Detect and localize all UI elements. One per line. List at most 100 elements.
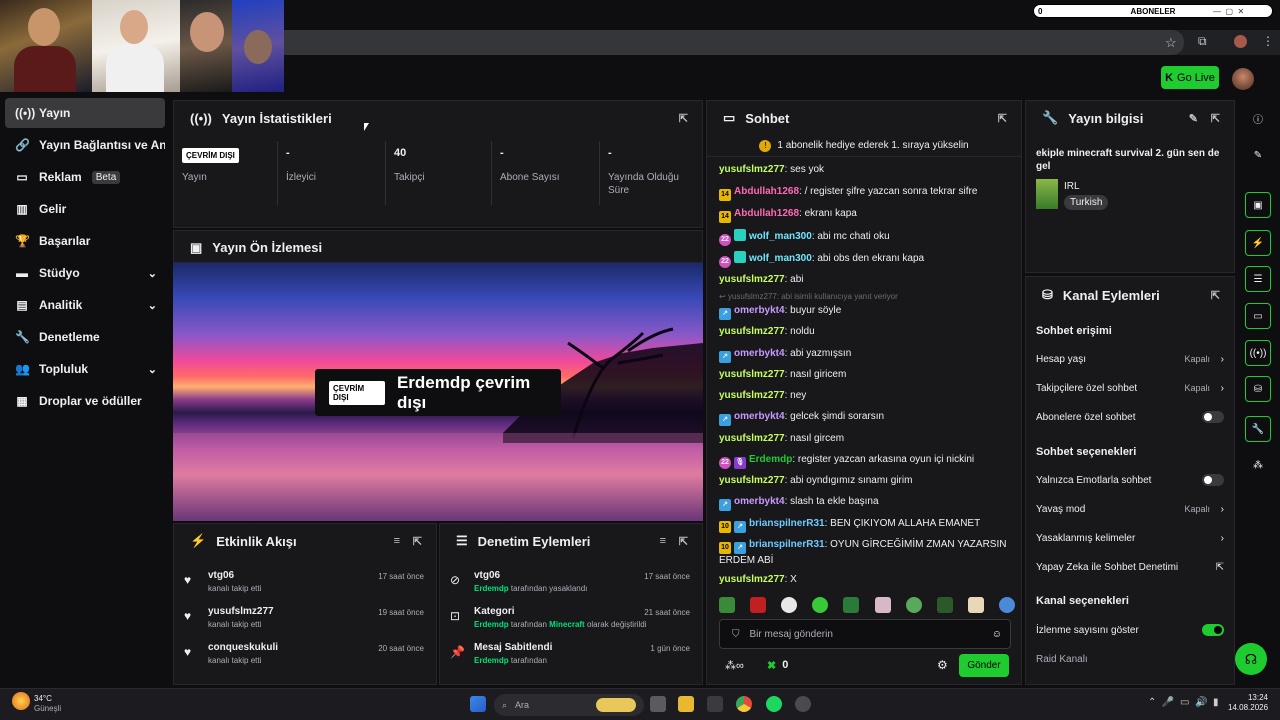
taskbar-clock[interactable]: 13:24 14.08.2026 [1228, 693, 1268, 713]
tray-icons[interactable]: ⌃ 🎤 ▭ 🔊 ▮ [1148, 697, 1218, 708]
windows-start-icon[interactable] [470, 696, 486, 712]
bookmark-star-icon[interactable]: ☆ [1165, 35, 1177, 51]
points-icon[interactable]: ⁂ [1245, 452, 1271, 478]
emote-icon[interactable] [750, 597, 767, 613]
slow-mode-row[interactable]: Yavaş mod Kapalı › [1036, 497, 1224, 521]
edit-icon[interactable]: ✎ [1245, 142, 1271, 168]
address-bar[interactable] [284, 30, 1184, 55]
chrome-icon[interactable] [736, 696, 752, 712]
chat-username[interactable]: omerbykt4 [734, 496, 785, 507]
taskbar-search[interactable]: ⌕ Ara [494, 694, 644, 716]
popout-icon[interactable]: ⇱ [1211, 289, 1220, 302]
file-explorer-icon[interactable] [678, 696, 694, 712]
emote-icon[interactable] [998, 597, 1015, 613]
sidebar-item-analitik[interactable]: ▤ Analitik ⌄ [5, 290, 165, 320]
popout-icon[interactable]: ⇱ [679, 112, 688, 125]
weather-widget[interactable]: 34°C Güneşli [34, 694, 61, 714]
sidebar-item-stream-key[interactable]: 🔗 Yayın Bağlantısı ve Anahtarı [5, 130, 165, 160]
followers-only-row[interactable]: Takipçilere özel sohbet Kapalı › [1036, 376, 1224, 400]
emote-only-toggle[interactable] [1202, 474, 1224, 486]
sidebar-item-droplar[interactable]: ▦ Droplar ve ödüller [5, 386, 165, 416]
popout-icon[interactable]: ⇱ [679, 535, 688, 548]
sidebar-item-reklam[interactable]: ▭ Reklam Beta [5, 162, 165, 192]
lightning-icon[interactable]: ⚡ [1245, 230, 1271, 256]
spotify-icon[interactable] [766, 696, 782, 712]
stat-label: Abone Sayısı [500, 172, 560, 183]
edit-icon[interactable]: ✎ [1189, 112, 1198, 125]
emote-icon[interactable] [843, 597, 860, 613]
video-panel-icon[interactable]: ▣ [1245, 192, 1271, 218]
chat-username[interactable]: yusufslmz277 [719, 390, 785, 401]
chat-username[interactable]: wolf_man300 [749, 231, 812, 242]
emote-icon[interactable] [967, 597, 984, 613]
pin-icon: 📌 [450, 645, 465, 659]
chat-username[interactable]: yusufslmz277 [719, 369, 785, 380]
list-icon[interactable]: ☰ [1245, 266, 1271, 292]
sidebar-item-basarilar[interactable]: 🏆 Başarılar [5, 226, 165, 256]
support-icon[interactable]: ☊ [1235, 643, 1267, 675]
store-icon[interactable] [707, 696, 723, 712]
info-icon[interactable]: ⓘ [1245, 105, 1271, 131]
moderation-desc: tarafından [508, 656, 547, 665]
send-button[interactable]: Gönder [959, 654, 1009, 677]
sidebar-item-topluluk[interactable]: 👥 Topluluk ⌄ [5, 354, 165, 384]
chevron-right-icon: › [1220, 532, 1224, 544]
chat-username[interactable]: brianspilnerR31 [749, 539, 825, 550]
wrench-icon[interactable]: 🔧 [1245, 416, 1271, 442]
emote-icon[interactable] [719, 597, 735, 613]
profile-icon[interactable] [1234, 35, 1247, 48]
chat-username[interactable]: yusufslmz277 [719, 164, 785, 175]
subscribers-only-toggle[interactable] [1202, 411, 1224, 423]
emoji-icon[interactable]: ☺ [992, 629, 1002, 640]
user-avatar[interactable] [1232, 68, 1254, 90]
app-icon[interactable] [795, 696, 811, 712]
chat-username[interactable]: omerbykt4 [734, 411, 785, 422]
sidebar-item-yayin[interactable]: ((•)) Yayın [5, 98, 165, 128]
banned-words-row[interactable]: Yasaklanmış kelimeler › [1036, 526, 1224, 550]
chat-username[interactable]: yusufslmz277 [719, 574, 785, 585]
menu-icon[interactable]: ⋮ [1262, 34, 1274, 48]
mod-icon[interactable]: ⛁ [1245, 376, 1271, 402]
raid-channel-row[interactable]: Raid Kanalı [1036, 647, 1224, 671]
filter-icon[interactable]: ≡ [660, 535, 666, 547]
show-viewers-toggle[interactable] [1202, 624, 1224, 636]
window-controls[interactable]: — ▢ ✕ [1213, 7, 1244, 16]
chat-username[interactable]: Abdullah1268 [734, 186, 799, 197]
chat-username[interactable]: yusufslmz277 [719, 274, 785, 285]
chat-username[interactable]: yusufslmz277 [719, 326, 785, 337]
broadcast-icon[interactable]: ((•)) [1245, 340, 1271, 366]
sidebar-item-gelir[interactable]: ▥ Gelir [5, 194, 165, 224]
chat-input[interactable]: ⛉ Bir mesaj gönderin ☺ [719, 619, 1011, 649]
ai-moderation-row[interactable]: Yapay Zeka ile Sohbet Denetimi ⇱ [1036, 555, 1224, 579]
go-live-button[interactable]: K Go Live [1161, 66, 1219, 89]
chat-username[interactable]: yusufslmz277 [719, 475, 785, 486]
emote-icon[interactable] [874, 597, 891, 613]
popout-icon[interactable]: ⇱ [1211, 112, 1220, 125]
category-name[interactable]: IRL [1064, 181, 1080, 192]
chat-username[interactable]: Erdemdp [749, 454, 792, 465]
popout-icon[interactable]: ⇱ [998, 112, 1007, 125]
preview-title: Yayın Ön İzlemesi [212, 240, 323, 255]
popout-icon[interactable]: ⇱ [413, 535, 422, 548]
chat-username[interactable]: omerbykt4 [734, 348, 785, 359]
chat-username[interactable]: Abdullah1268 [734, 208, 799, 219]
chat-settings-icon[interactable]: ⚙ [937, 658, 948, 672]
chat-username[interactable]: omerbykt4 [734, 305, 785, 316]
sidebar-item-denetleme[interactable]: 🔧 Denetleme [5, 322, 165, 352]
account-age-row[interactable]: Hesap yaşı Kapalı › [1036, 347, 1224, 371]
filter-icon[interactable]: ≡ [394, 535, 400, 547]
task-view-icon[interactable] [650, 696, 666, 712]
kick-points[interactable]: ✖ 0 [767, 659, 788, 672]
sidebar-item-studyo[interactable]: ▬ Stüdyo ⌄ [5, 258, 165, 288]
chat-username[interactable]: brianspilnerR31 [749, 518, 825, 529]
chat-icon[interactable]: ▭ [1245, 303, 1271, 329]
emote-icon[interactable] [781, 597, 798, 613]
emote-icon[interactable] [905, 597, 922, 613]
chat-username[interactable]: yusufslmz277 [719, 433, 785, 444]
chat-username[interactable]: wolf_man300 [749, 253, 812, 264]
points-icon[interactable]: ⁂∞ [725, 659, 744, 672]
emote-icon[interactable] [812, 597, 829, 613]
pinned-gift-banner[interactable]: ! 1 abonelik hediye ederek 1. sıraya yüks… [707, 135, 1021, 157]
emote-icon[interactable] [936, 597, 953, 613]
extensions-icon[interactable]: ⧉ [1198, 34, 1207, 49]
